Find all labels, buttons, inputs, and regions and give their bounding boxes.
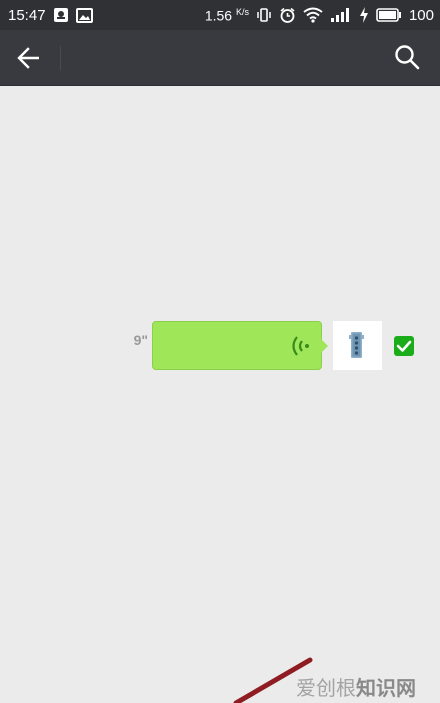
- wifi-icon: [303, 7, 323, 23]
- avatar-image: [349, 332, 364, 358]
- status-right: 1.56 K/s 100: [205, 7, 434, 24]
- signal-icon: [330, 7, 352, 23]
- title-bar: [0, 30, 440, 86]
- watermark-text-main: 爱创根: [296, 678, 356, 700]
- status-bar: 15:47 1.56 K/s 100: [0, 0, 440, 30]
- image-icon: [75, 7, 93, 23]
- charging-icon: [359, 7, 369, 23]
- voice-duration: 9": [133, 332, 148, 348]
- back-button[interactable]: [14, 44, 44, 72]
- net-speed: 1.56 K/s: [204, 6, 249, 24]
- battery-icon: [376, 8, 402, 22]
- checkmark-icon: [396, 340, 412, 352]
- watermark-text-tail: 知识网: [356, 678, 416, 700]
- status-left: 15:47: [8, 7, 93, 24]
- avatar[interactable]: [333, 321, 382, 370]
- title-divider: [60, 46, 61, 70]
- battery-level: 100: [408, 6, 434, 24]
- voice-message-bubble[interactable]: [152, 321, 328, 370]
- select-checkbox[interactable]: [394, 336, 414, 356]
- clock: 15:47: [8, 6, 46, 24]
- chat-area[interactable]: 9": [0, 86, 440, 703]
- watermark: 爱创根知识网: [296, 672, 416, 701]
- voice-wave-icon: [292, 336, 309, 356]
- search-icon: [395, 45, 420, 70]
- search-button[interactable]: [392, 42, 422, 72]
- vibrate-icon: [256, 7, 272, 23]
- back-arrow-icon: [17, 47, 39, 69]
- notification-icon: [53, 7, 69, 23]
- alarm-icon: [279, 7, 296, 24]
